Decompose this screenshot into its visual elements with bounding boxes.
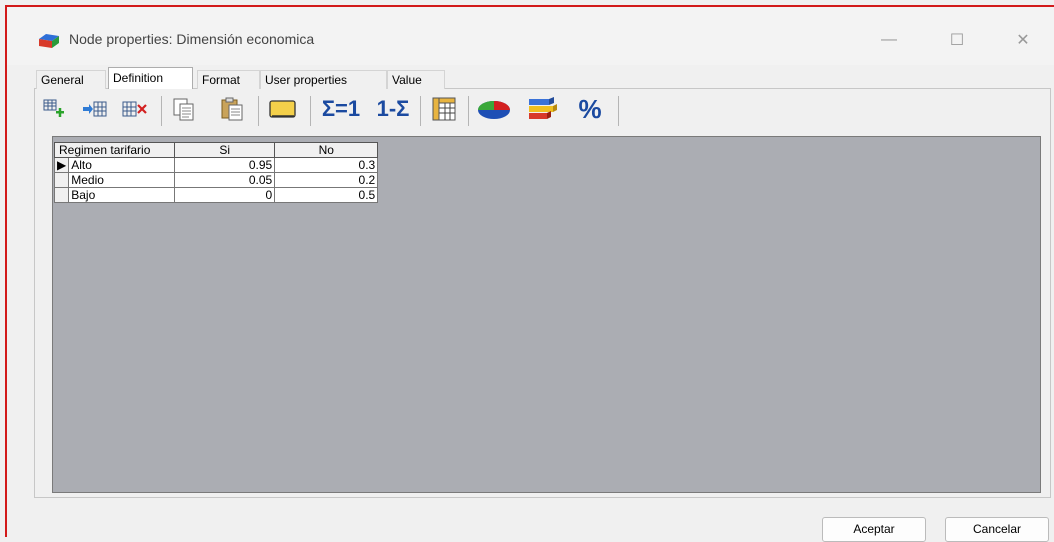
comment-icon[interactable] bbox=[266, 93, 300, 125]
row-label[interactable]: Medio bbox=[68, 172, 176, 188]
window-title: Node properties: Dimensión economica bbox=[69, 31, 315, 47]
table-cell[interactable]: 0.95 bbox=[174, 157, 276, 173]
tab-value[interactable]: Value bbox=[387, 70, 445, 89]
row-selector[interactable] bbox=[53, 172, 70, 188]
table-cell[interactable]: 0.2 bbox=[274, 172, 379, 188]
toolbar-separator bbox=[258, 96, 259, 126]
toolbar-separator bbox=[161, 96, 162, 126]
pie-chart-icon[interactable] bbox=[474, 93, 516, 125]
table-cell[interactable]: 0.5 bbox=[274, 187, 379, 203]
app-logo-icon bbox=[39, 34, 59, 48]
toolbar: Σ=1 1-Σ % bbox=[40, 93, 740, 129]
normalize-icon[interactable]: Σ=1 bbox=[318, 93, 364, 125]
percent-icon[interactable]: % bbox=[570, 93, 610, 125]
insert-column-icon[interactable] bbox=[80, 93, 110, 125]
probability-table: Regimen tarifario Si No ▶ Alto 0.95 0.3 … bbox=[53, 142, 379, 203]
tab-format[interactable]: Format bbox=[197, 70, 260, 89]
row-label[interactable]: Alto bbox=[68, 157, 176, 173]
toolbar-separator bbox=[468, 96, 469, 126]
tab-definition[interactable]: Definition bbox=[108, 67, 193, 89]
table-cell[interactable]: 0.05 bbox=[174, 172, 276, 188]
paste-icon[interactable] bbox=[216, 93, 248, 125]
minimize-button[interactable]: — bbox=[869, 25, 909, 55]
row-selector[interactable] bbox=[53, 187, 70, 203]
tab-general[interactable]: General bbox=[36, 70, 106, 89]
close-button[interactable]: ✕ bbox=[1003, 25, 1043, 55]
delete-column-icon[interactable] bbox=[120, 93, 150, 125]
table-row[interactable]: ▶ Alto 0.95 0.3 bbox=[53, 157, 379, 173]
table-row[interactable]: Bajo 0 0.5 bbox=[53, 187, 379, 203]
row-label[interactable]: Bajo bbox=[68, 187, 176, 203]
ok-button[interactable]: Aceptar bbox=[822, 517, 926, 542]
tab-user-properties[interactable]: User properties bbox=[260, 70, 387, 89]
title-bar[interactable]: Node properties: Dimensión economica — ☐… bbox=[7, 7, 1054, 65]
dialog-window: Node properties: Dimensión economica — ☐… bbox=[5, 5, 1054, 542]
table-view-icon[interactable] bbox=[428, 93, 460, 125]
toolbar-separator bbox=[420, 96, 421, 126]
toolbar-separator bbox=[310, 96, 311, 126]
cancel-button[interactable]: Cancelar bbox=[945, 517, 1049, 542]
table-cell[interactable]: 0 bbox=[174, 187, 276, 203]
column-header-no[interactable]: No bbox=[274, 142, 379, 158]
add-column-icon[interactable] bbox=[40, 93, 68, 125]
bar-chart-icon[interactable] bbox=[524, 93, 562, 125]
column-header-si[interactable]: Si bbox=[174, 142, 276, 158]
corner-header: Regimen tarifario bbox=[53, 142, 176, 158]
copy-icon[interactable] bbox=[168, 93, 200, 125]
table-cell[interactable]: 0.3 bbox=[274, 157, 379, 173]
row-selector-arrow-icon[interactable]: ▶ bbox=[53, 157, 70, 173]
maximize-button[interactable]: ☐ bbox=[937, 25, 977, 55]
toolbar-separator bbox=[618, 96, 619, 126]
table-row[interactable]: Medio 0.05 0.2 bbox=[53, 172, 379, 188]
table-header-row: Regimen tarifario Si No bbox=[53, 142, 379, 158]
complement-icon[interactable]: 1-Σ bbox=[370, 93, 416, 125]
